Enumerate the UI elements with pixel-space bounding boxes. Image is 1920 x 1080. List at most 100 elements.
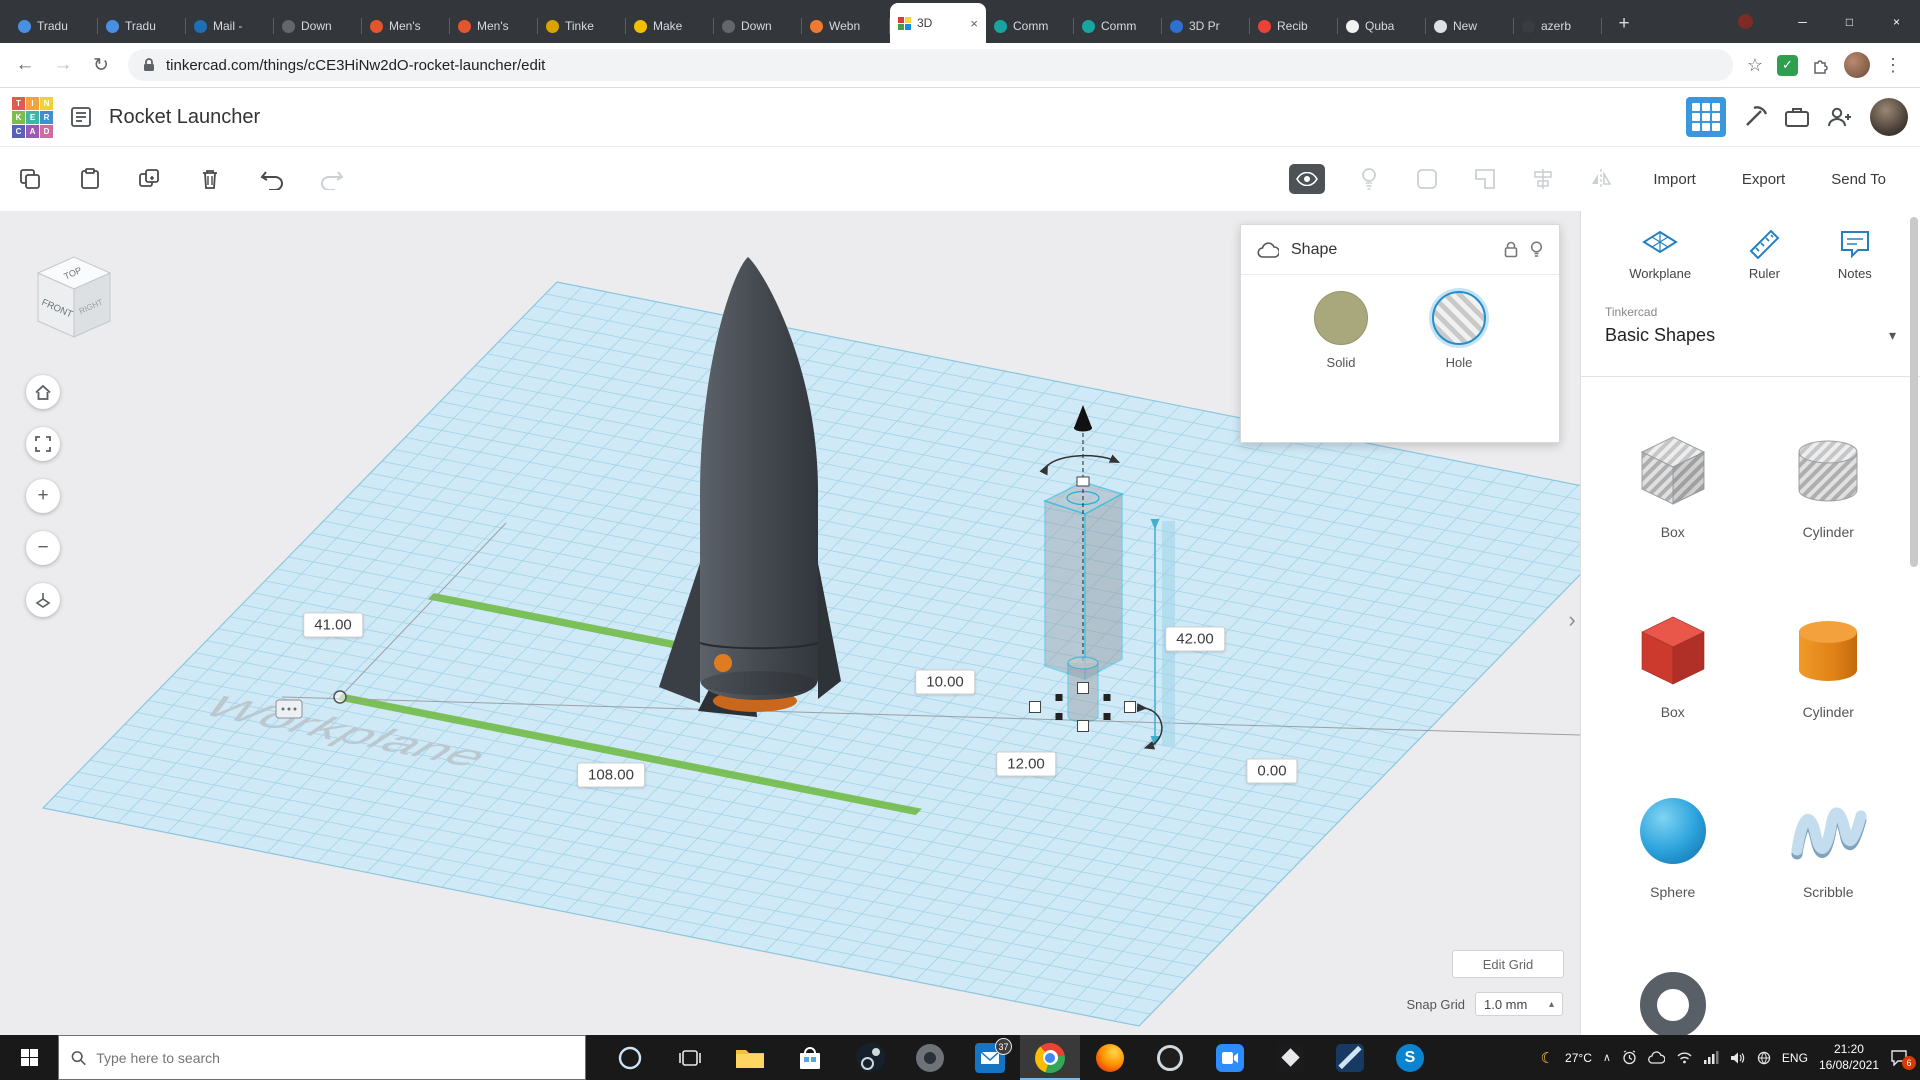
design-menu-icon[interactable] [69, 105, 93, 129]
design-title[interactable]: Rocket Launcher [109, 106, 260, 129]
dark-square-app-button[interactable] [1260, 1035, 1320, 1080]
send-to-button[interactable]: Send To [1823, 165, 1894, 194]
pickaxe-icon[interactable] [1742, 104, 1768, 130]
dark-circle-app-button[interactable] [1140, 1035, 1200, 1080]
shape-item-hole-cylinder[interactable]: Cylinder [1785, 432, 1871, 540]
forward-button[interactable]: → [46, 48, 80, 82]
reload-button[interactable]: ↻ [84, 48, 118, 82]
dimension-label[interactable]: 12.00 [996, 752, 1056, 777]
duplicate-button[interactable] [136, 165, 164, 193]
back-button[interactable]: ← [8, 48, 42, 82]
task-view-button[interactable] [660, 1035, 720, 1080]
start-button[interactable] [0, 1035, 58, 1080]
tray-network-icon[interactable] [1757, 1051, 1771, 1065]
3d-viewport[interactable]: Workplane [0, 211, 1580, 1035]
browser-tab[interactable]: 3D Pr [1162, 9, 1250, 43]
sidebar-scrollbar[interactable] [1910, 215, 1918, 1031]
new-tab-button[interactable]: + [1610, 10, 1638, 38]
weather-moon-icon[interactable]: ☾ [1541, 1049, 1554, 1067]
category-dropdown[interactable]: Basic Shapes ▾ [1605, 325, 1896, 346]
chrome-button[interactable] [1020, 1035, 1080, 1080]
zoom-in-button[interactable]: + [26, 479, 60, 513]
lock-icon[interactable] [1504, 241, 1518, 258]
shape-item-red-box[interactable]: Box [1630, 612, 1716, 720]
browser-tab[interactable]: Men's [362, 9, 450, 43]
browser-tab[interactable]: Webn [802, 9, 890, 43]
hole-option[interactable]: Hole [1432, 291, 1486, 370]
dimension-label[interactable]: 42.00 [1165, 627, 1225, 652]
shape-item-hole-box[interactable]: Box [1630, 432, 1716, 540]
tinkercad-logo[interactable]: TINKERCAD [12, 97, 53, 138]
bookmark-star-icon[interactable]: ☆ [1747, 55, 1763, 76]
shape-item-sphere[interactable]: Sphere [1630, 792, 1716, 900]
invite-person-icon[interactable] [1826, 105, 1854, 129]
shape-item-orange-cylinder[interactable]: Cylinder [1785, 612, 1871, 720]
browser-tab[interactable]: New [1426, 9, 1514, 43]
scale-handle[interactable] [1125, 702, 1136, 713]
browser-tab[interactable]: Recib [1250, 9, 1338, 43]
fit-view-button[interactable] [26, 427, 60, 461]
dimension-label[interactable]: 10.00 [915, 670, 975, 695]
temperature-label[interactable]: 27°C [1565, 1051, 1592, 1065]
edge-handle[interactable] [1104, 713, 1111, 720]
notes-tool[interactable]: Notes [1838, 229, 1872, 281]
user-avatar[interactable] [1870, 98, 1908, 136]
tray-clock-icon[interactable] [1622, 1050, 1637, 1065]
sidebar-collapse-button[interactable]: › [1564, 599, 1580, 641]
lightbulb-button[interactable] [1355, 165, 1383, 193]
ruler-widget[interactable] [276, 700, 302, 718]
steam-button[interactable] [840, 1035, 900, 1080]
undo-button[interactable] [258, 165, 286, 193]
scale-handle[interactable] [1030, 702, 1041, 713]
window-maximize-button[interactable]: □ [1826, 0, 1873, 43]
puzzle-extension-icon[interactable] [1812, 56, 1830, 74]
ruler-tool[interactable]: Ruler [1747, 229, 1781, 281]
browser-tab[interactable]: Mail - [186, 9, 274, 43]
browser-tab[interactable]: Down [274, 9, 362, 43]
browser-tab[interactable]: Comm [1074, 9, 1162, 43]
tab-close-icon[interactable]: × [970, 16, 978, 31]
tray-wifi-icon[interactable] [1676, 1051, 1693, 1064]
green-extension-icon[interactable]: ✓ [1777, 55, 1798, 76]
home-view-button[interactable] [26, 375, 60, 409]
lightbulb-icon[interactable] [1530, 241, 1543, 259]
delete-button[interactable] [196, 165, 224, 193]
scale-handle[interactable] [1078, 721, 1089, 732]
show-all-button[interactable] [1289, 164, 1325, 194]
orthographic-view-button[interactable] [26, 583, 60, 617]
zoom-out-button[interactable]: − [26, 531, 60, 565]
clock[interactable]: 21:20 16/08/2021 [1819, 1042, 1879, 1073]
browser-profile-avatar[interactable] [1844, 52, 1870, 78]
scrollbar-thumb[interactable] [1910, 217, 1918, 567]
mail-button[interactable]: 37 [960, 1035, 1020, 1080]
edit-grid-button[interactable]: Edit Grid [1452, 950, 1564, 978]
blue-square-app-button[interactable] [1320, 1035, 1380, 1080]
browser-tab[interactable]: Men's [450, 9, 538, 43]
browser-tab[interactable]: Make [626, 9, 714, 43]
workplane-tool[interactable]: Workplane [1629, 229, 1691, 281]
search-input[interactable] [96, 1050, 573, 1066]
tray-expand-icon[interactable]: ∧ [1603, 1051, 1611, 1064]
shape-item-partial[interactable] [1640, 972, 1706, 1035]
window-close-button[interactable]: × [1873, 0, 1920, 43]
browser-tab[interactable]: azerb [1514, 9, 1602, 43]
microsoft-store-button[interactable] [780, 1035, 840, 1080]
edge-handle[interactable] [1056, 713, 1063, 720]
view-cube[interactable]: TOP FRONT RIGHT [20, 243, 128, 351]
window-minimize-button[interactable]: ─ [1779, 0, 1826, 43]
export-button[interactable]: Export [1734, 165, 1793, 194]
solid-swatch[interactable] [1314, 291, 1368, 345]
browser-tab[interactable]: Tinke [538, 9, 626, 43]
browser-tab[interactable]: Comm [986, 9, 1074, 43]
action-center-button[interactable]: 6 [1890, 1049, 1914, 1066]
align-button[interactable] [1529, 165, 1557, 193]
browser-tab[interactable]: 3D× [890, 3, 986, 43]
skype-button[interactable]: S [1380, 1035, 1440, 1080]
tray-volume-icon[interactable] [1730, 1051, 1746, 1065]
dimension-label[interactable]: 41.00 [303, 613, 363, 638]
ruler-origin-marker[interactable] [334, 691, 346, 703]
camera-app-button[interactable] [1200, 1035, 1260, 1080]
browser-menu-icon[interactable]: ⋮ [1884, 55, 1902, 76]
browser-tab[interactable]: Tradu [98, 9, 186, 43]
hole-swatch[interactable] [1432, 291, 1486, 345]
